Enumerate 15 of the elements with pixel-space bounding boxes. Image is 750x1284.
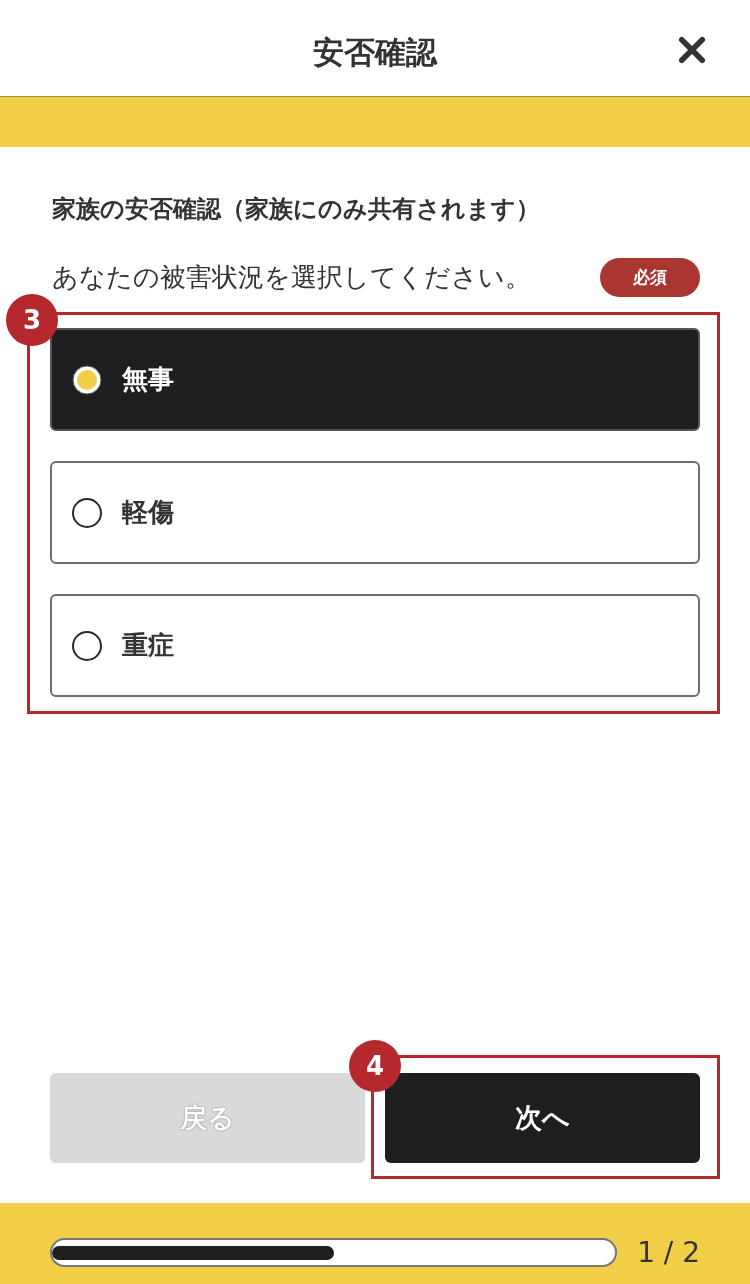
section-title: 家族の安否確認（家族にのみ共有されます） [51,194,541,225]
next-button[interactable]: 次へ [385,1073,700,1163]
radio-icon [72,497,102,528]
radio-option[interactable]: 軽傷 [50,461,700,564]
required-badge: 必須 [600,257,700,297]
screen-title: 安否確認 [313,33,437,72]
annotation-badge: 3 [6,294,58,346]
close-icon[interactable] [678,36,706,64]
radio-icon [72,630,102,661]
radio-icon [72,364,102,395]
question-text: あなたの被害状況を選択してください。 [51,261,531,294]
radio-option[interactable]: 重症 [50,594,700,697]
radio-option[interactable]: 無事 [50,328,700,431]
progress-reading: 1 / 2 [637,1236,700,1269]
annotation-badge: 4 [349,1040,401,1092]
